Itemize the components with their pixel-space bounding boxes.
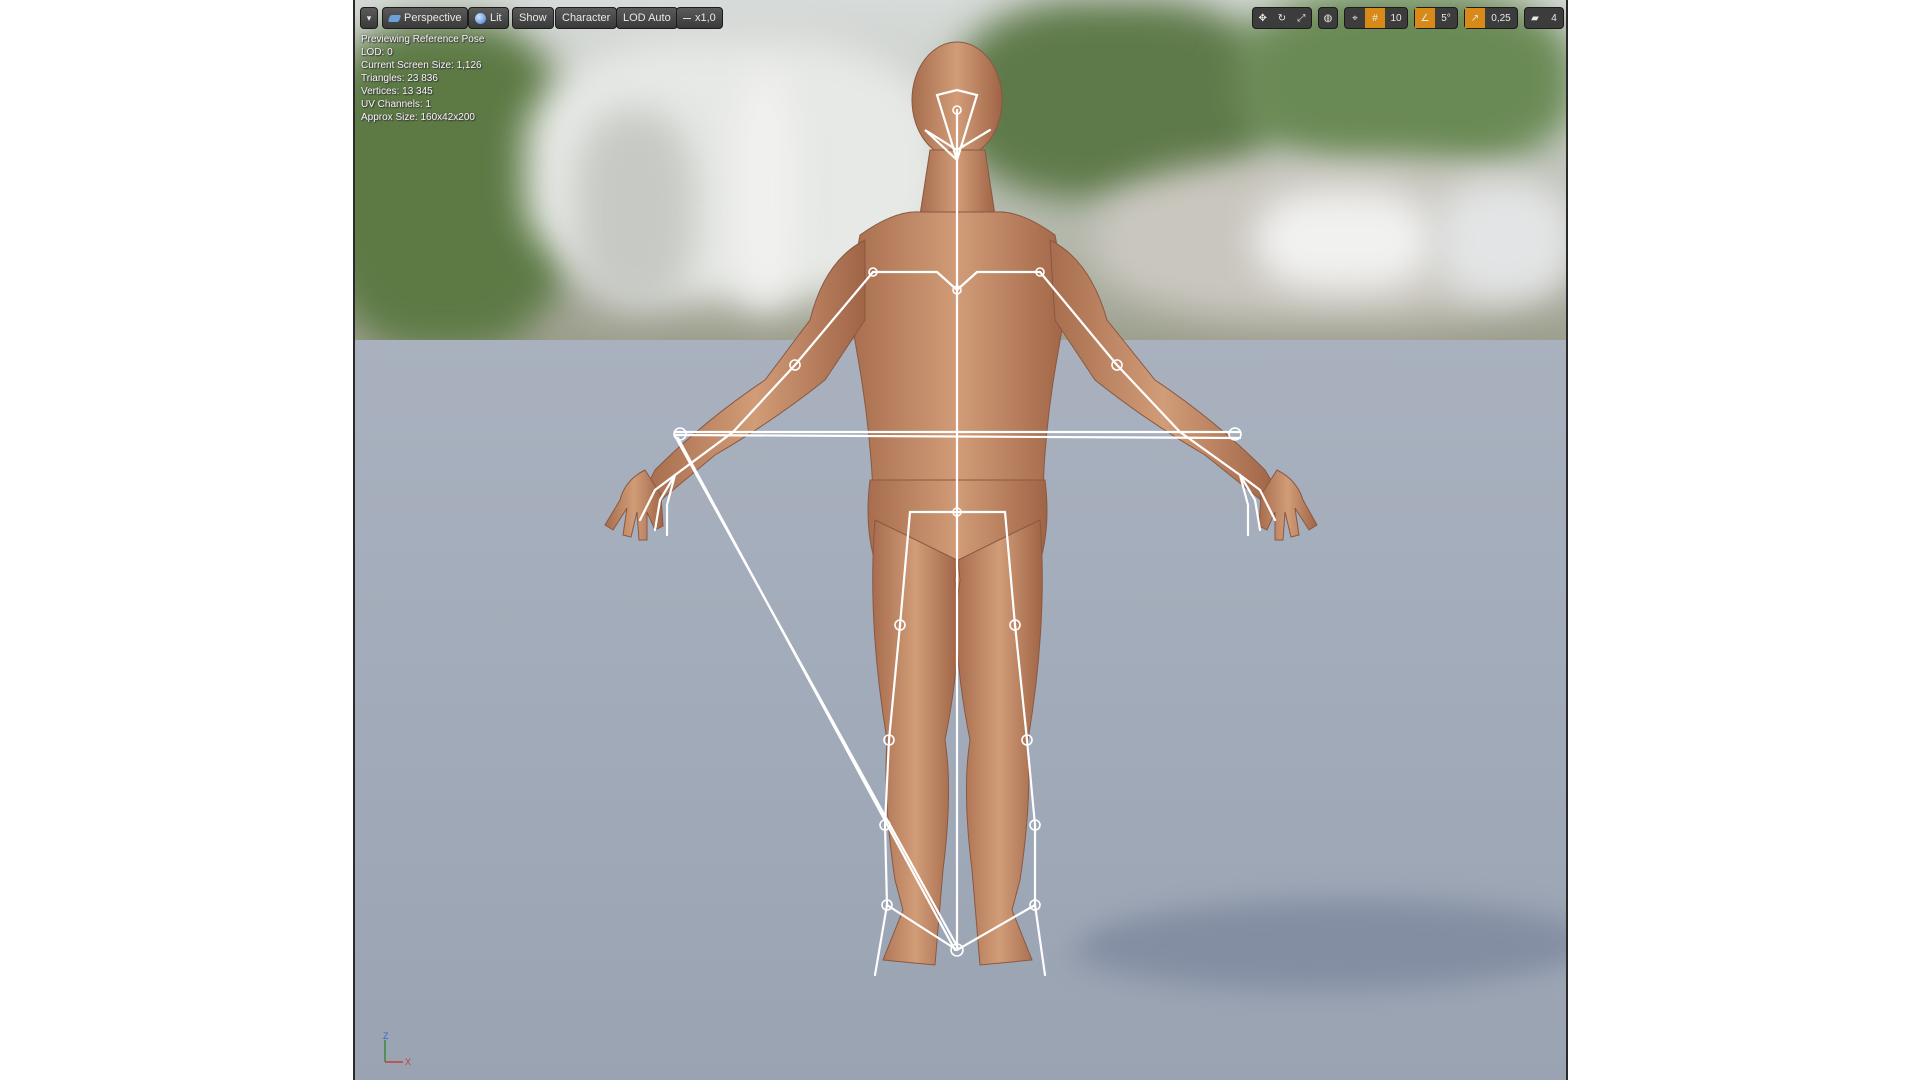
rotation-snap-icon[interactable]: ∠ <box>1415 8 1435 28</box>
playback-speed-button[interactable]: x1,0 <box>676 7 723 29</box>
lit-label: Lit <box>490 12 502 24</box>
stats-uv-channels: UV Channels: 1 <box>361 99 432 110</box>
stats-pose: Previewing Reference Pose <box>361 34 485 45</box>
perspective-label: Perspective <box>404 12 462 24</box>
scale-icon[interactable]: ⤢ <box>1292 8 1311 28</box>
stats-vertices: Vertices: 13 345 <box>361 86 433 97</box>
lod-label: LOD Auto <box>623 12 671 24</box>
grid-snap-value[interactable]: 10 <box>1385 8 1407 28</box>
scale-snap-value[interactable]: 0,25 <box>1485 8 1517 28</box>
axis-x-label: X <box>405 1057 411 1067</box>
show-button[interactable]: Show <box>512 7 554 29</box>
stats-screen-size: Current Screen Size: 1,126 <box>361 60 482 71</box>
skeleton-overlay <box>638 88 1277 977</box>
lit-sphere-icon <box>475 12 486 24</box>
coordinate-space-icon: ◍ <box>1323 12 1333 24</box>
character-mesh[interactable] <box>355 0 1568 1080</box>
character-button[interactable]: Character <box>555 7 618 29</box>
stats-lod: LOD: 0 <box>361 47 393 58</box>
stats-approx-size: Approx Size: 160x42x200 <box>361 112 475 123</box>
axis-z-label: Z <box>383 1031 389 1041</box>
lit-button[interactable]: Lit <box>468 7 509 29</box>
rotate-icon[interactable]: ↻ <box>1272 8 1291 28</box>
viewport-toolbar: ▾ Perspective Lit Show Character LOD Aut… <box>355 0 1566 34</box>
camera-speed-icon: ▰ <box>1531 12 1539 24</box>
camera-speed-button[interactable]: ▰ 4 <box>1524 7 1564 29</box>
show-label: Show <box>519 12 547 24</box>
perspective-icon <box>387 14 402 22</box>
lod-button[interactable]: LOD Auto <box>616 7 678 29</box>
translate-icon[interactable]: ✥ <box>1253 8 1272 28</box>
perspective-button[interactable]: Perspective <box>382 7 469 29</box>
skeletal-mesh-viewport[interactable]: ▾ Perspective Lit Show Character LOD Aut… <box>353 0 1568 1080</box>
scale-snap-group: ↗ 0,25 <box>1464 7 1518 29</box>
grid-snap-group: ⌖ # 10 <box>1344 7 1408 29</box>
coordinate-space-button[interactable]: ◍ <box>1318 7 1338 29</box>
grid-snap-icon[interactable]: # <box>1365 8 1385 28</box>
speed-icon <box>683 17 691 19</box>
options-chevron-icon: ▾ <box>366 13 372 23</box>
viewport-options-button[interactable]: ▾ <box>360 7 378 29</box>
stats-triangles: Triangles: 23 836 <box>361 73 438 84</box>
rotation-snap-value[interactable]: 5° <box>1435 8 1457 28</box>
character-label: Character <box>562 12 611 24</box>
viewport-stats: Previewing Reference Pose LOD: 0 Current… <box>361 33 484 124</box>
surface-snap-icon[interactable]: ⌖ <box>1345 8 1365 28</box>
camera-speed-value: 4 <box>1551 12 1557 24</box>
axis-gizmo: Z X <box>383 1031 411 1067</box>
scale-snap-icon[interactable]: ↗ <box>1465 8 1485 28</box>
rotation-snap-group: ∠ 5° <box>1414 7 1458 29</box>
speed-label: x1,0 <box>695 12 716 24</box>
transform-mode-group: ✥ ↻ ⤢ <box>1252 7 1312 29</box>
